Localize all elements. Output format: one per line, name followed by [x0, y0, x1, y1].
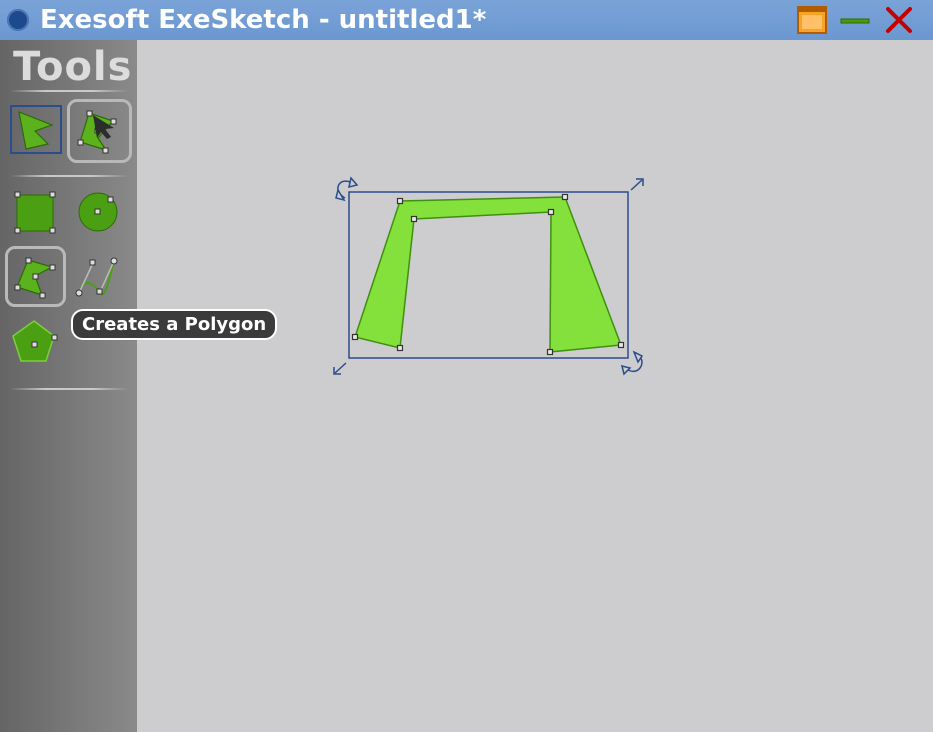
vertex-handle[interactable]	[561, 193, 569, 201]
close-icon	[886, 7, 912, 33]
vertex-handle[interactable]	[546, 348, 554, 356]
circle-tool-button[interactable]	[70, 185, 130, 245]
vertex-handle[interactable]	[396, 197, 404, 205]
rotate-handle-bottom-right[interactable]	[620, 350, 644, 376]
selection-arrow-icon	[10, 105, 62, 154]
close-button[interactable]	[884, 6, 914, 34]
rectangle-icon	[14, 191, 56, 234]
minimize-icon	[840, 18, 870, 24]
maximize-button[interactable]	[797, 6, 827, 34]
vertex-handle[interactable]	[617, 341, 625, 349]
edit-points-icon	[77, 110, 117, 154]
pentagon-icon	[12, 320, 58, 362]
toolbox-separator	[10, 175, 128, 177]
polygon-tool-button[interactable]	[5, 246, 66, 307]
bezier-curve-icon	[75, 257, 118, 297]
select-tool-button[interactable]	[8, 103, 68, 163]
toolbox-separator	[10, 388, 128, 390]
scale-handle-top-right[interactable]	[630, 178, 644, 191]
edit-points-tool-button[interactable]	[67, 99, 132, 163]
vertex-handle[interactable]	[351, 333, 359, 341]
vertex-handle[interactable]	[410, 215, 418, 223]
tools-heading: Tools	[13, 44, 133, 90]
minimize-button[interactable]	[840, 8, 870, 34]
curve-tool-button[interactable]	[70, 250, 130, 310]
toolbox-panel: Tools	[0, 40, 137, 732]
rectangle-tool-button[interactable]	[8, 185, 68, 245]
title-bar[interactable]: Exesoft ExeSketch - untitled1*	[0, 0, 933, 40]
circle-icon	[78, 192, 118, 232]
polygon-icon	[14, 257, 56, 299]
app-logo-icon[interactable]	[7, 9, 29, 31]
drawing-canvas[interactable]	[137, 40, 933, 732]
vertex-handle[interactable]	[396, 344, 404, 352]
canvas-drawing[interactable]	[137, 40, 933, 732]
toolbox-separator	[10, 90, 128, 92]
vertex-handle[interactable]	[547, 208, 555, 216]
scale-handle-bottom-left[interactable]	[333, 362, 347, 375]
window-title: Exesoft ExeSketch - untitled1*	[40, 5, 487, 35]
regular-polygon-tool-button[interactable]	[8, 315, 68, 375]
polygon-shape[interactable]	[354, 196, 622, 353]
maximize-icon	[797, 6, 827, 34]
polygon-tool-tooltip: Creates a Polygon	[71, 309, 278, 340]
rotate-handle-top-left[interactable]	[335, 176, 359, 202]
